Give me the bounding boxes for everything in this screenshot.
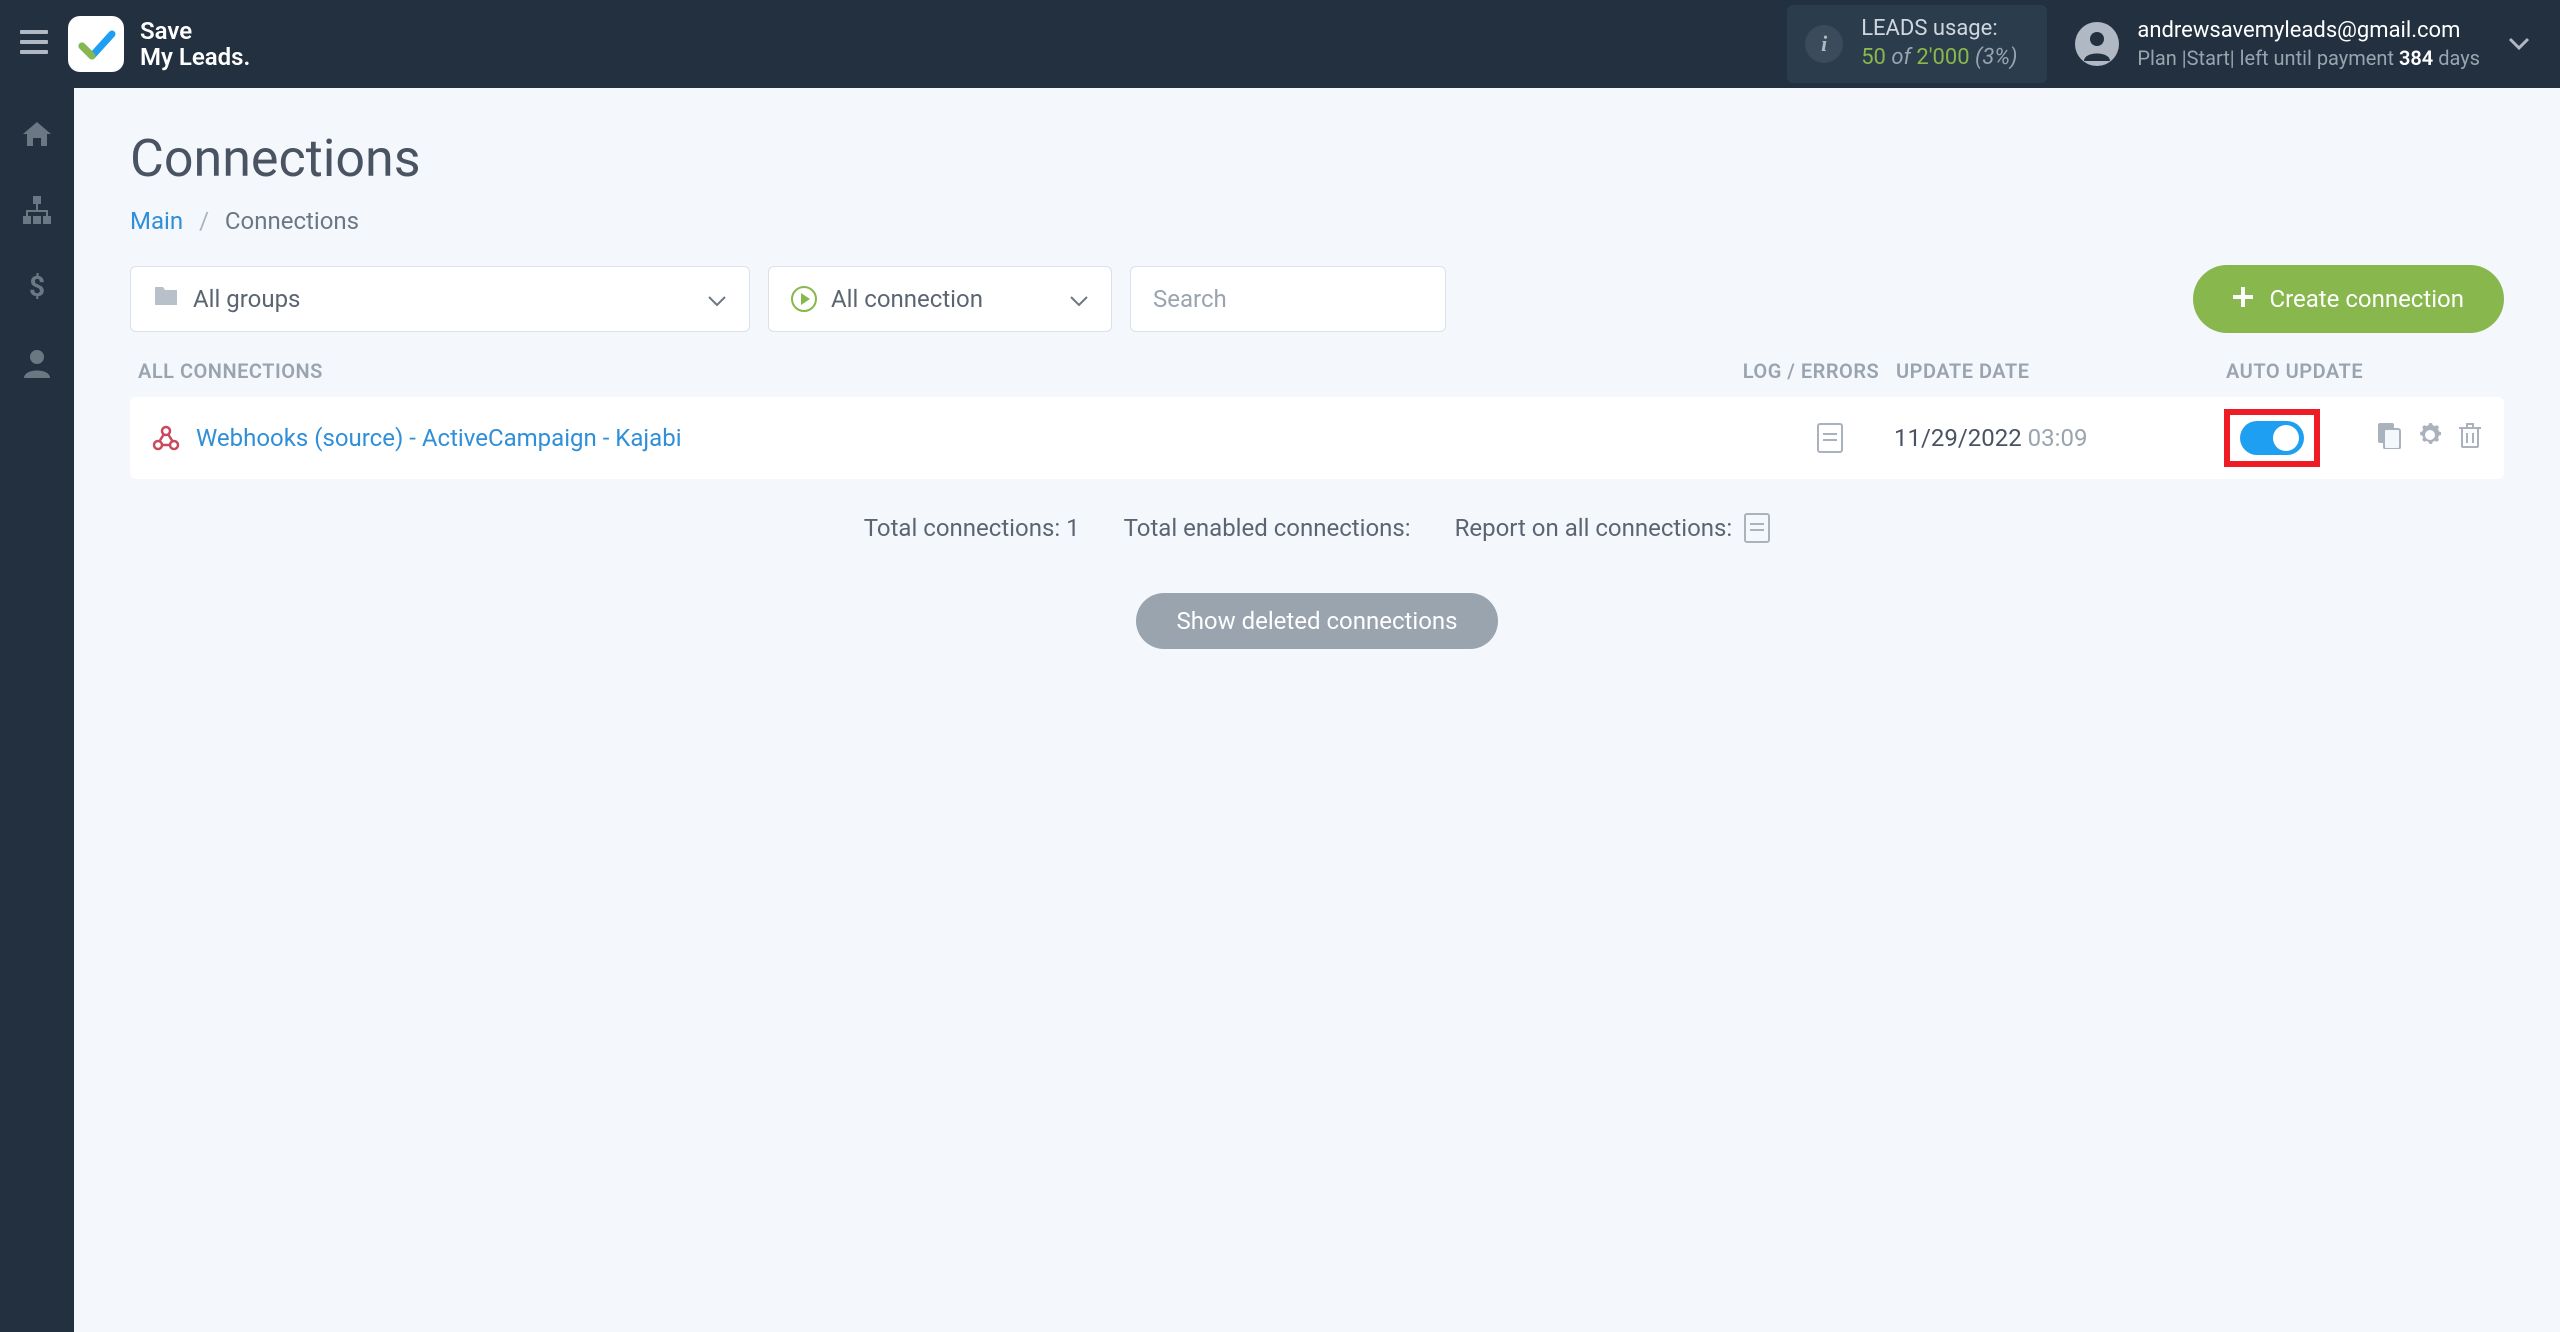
breadcrumb-current: Connections: [225, 207, 359, 235]
document-icon[interactable]: [1744, 513, 1770, 543]
total-connections: Total connections: 1: [864, 514, 1080, 542]
copy-icon[interactable]: [2376, 421, 2402, 455]
breadcrumb-separator: /: [199, 207, 209, 235]
user-plan: Plan |Start| left until payment 384 days: [2137, 45, 2480, 71]
groups-select[interactable]: All groups: [130, 266, 750, 332]
usage-label: LEADS usage:: [1861, 15, 2017, 44]
sidebar-home-icon[interactable]: [15, 112, 59, 156]
plus-icon: [2233, 285, 2253, 313]
play-icon: [791, 286, 817, 312]
breadcrumb-main[interactable]: Main: [130, 207, 183, 235]
highlight-box: [2224, 409, 2320, 467]
connection-link[interactable]: Webhooks (source) - ActiveCampaign - Kaj…: [196, 424, 682, 452]
groups-label: All groups: [193, 285, 300, 313]
sidebar: $: [0, 88, 74, 1332]
chevron-down-icon[interactable]: [2508, 32, 2530, 57]
create-connection-button[interactable]: Create connection: [2193, 265, 2504, 333]
info-icon: i: [1805, 25, 1843, 63]
log-button[interactable]: [1766, 423, 1894, 453]
menu-icon[interactable]: [20, 27, 48, 62]
col-auto-update: AUTO UPDATE: [2186, 359, 2366, 383]
sidebar-connections-icon[interactable]: [15, 188, 59, 232]
table-header: ALL CONNECTIONS LOG / ERRORS UPDATE DATE…: [130, 359, 2504, 397]
show-deleted-button[interactable]: Show deleted connections: [1136, 593, 1497, 649]
col-update-date: UPDATE DATE: [1886, 359, 2186, 383]
svg-text:$: $: [29, 270, 45, 302]
header-bar: Save My Leads. i LEADS usage: 50 of 2'00…: [0, 0, 2560, 88]
sidebar-billing-icon[interactable]: $: [15, 264, 59, 308]
col-all-connections: ALL CONNECTIONS: [138, 359, 1736, 383]
gear-icon[interactable]: [2416, 421, 2444, 455]
breadcrumb: Main / Connections: [130, 207, 2504, 235]
search-input[interactable]: [1130, 266, 1446, 332]
enabled-connections: Total enabled connections:: [1124, 514, 1411, 542]
user-email: andrewsavemyleads@gmail.com: [2137, 17, 2480, 46]
connection-status-select[interactable]: All connection: [768, 266, 1112, 332]
auto-update-toggle[interactable]: [2240, 421, 2304, 455]
logo-line-1: Save: [140, 18, 250, 44]
logo-line-2: My Leads.: [140, 44, 250, 70]
usage-values: 50 of 2'000 (3%): [1861, 44, 2017, 73]
summary-row: Total connections: 1 Total enabled conne…: [130, 513, 2504, 543]
main-content: Connections Main / Connections All group…: [74, 88, 2560, 1332]
document-icon: [1817, 423, 1843, 453]
sidebar-user-icon[interactable]: [15, 340, 59, 384]
page-title: Connections: [130, 128, 2504, 189]
logo-icon[interactable]: [68, 16, 124, 72]
chevron-down-icon: [707, 285, 727, 313]
report-connections: Report on all connections:: [1455, 513, 1771, 543]
chevron-down-icon: [1069, 285, 1089, 313]
update-date: 11/29/2022 03:09: [1894, 424, 2194, 452]
trash-icon[interactable]: [2458, 421, 2482, 455]
table-row: Webhooks (source) - ActiveCampaign - Kaj…: [130, 397, 2504, 479]
webhook-icon: [152, 424, 180, 452]
connection-status-label: All connection: [831, 285, 983, 313]
usage-box[interactable]: i LEADS usage: 50 of 2'000 (3%): [1787, 5, 2047, 82]
logo-text: Save My Leads.: [140, 18, 250, 71]
filters-row: All groups All connection Create connect…: [130, 265, 2504, 333]
create-label: Create connection: [2269, 285, 2464, 313]
folder-icon: [153, 285, 179, 313]
col-log-errors: LOG / ERRORS: [1736, 359, 1886, 383]
user-menu[interactable]: andrewsavemyleads@gmail.com Plan |Start|…: [2075, 17, 2480, 72]
avatar-icon: [2075, 22, 2119, 66]
